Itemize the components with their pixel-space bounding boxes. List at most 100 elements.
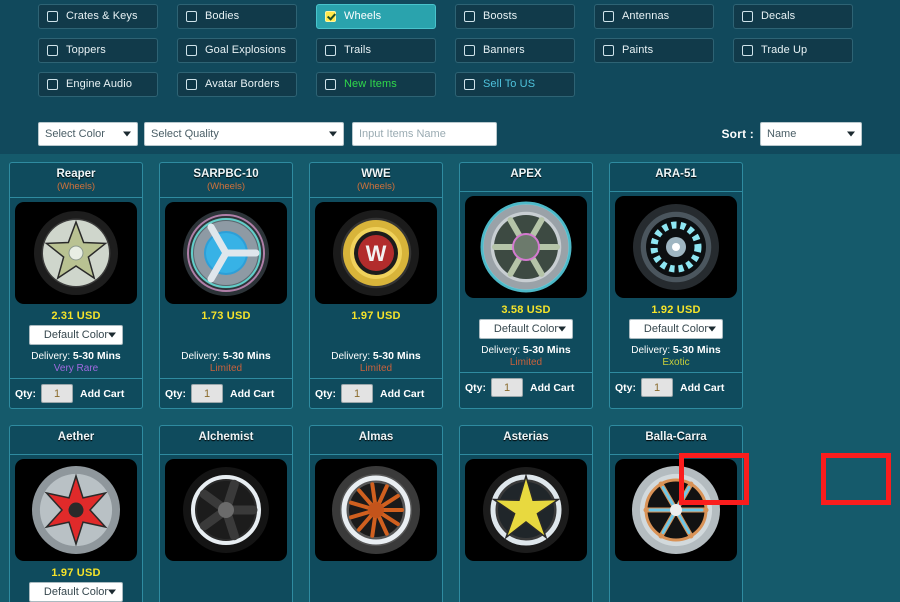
product-color-dropdown[interactable]: Default Color bbox=[29, 582, 123, 602]
category-filter-sell-to-us[interactable]: Sell To US bbox=[455, 72, 575, 97]
category-filter-banners[interactable]: Banners bbox=[455, 38, 575, 63]
category-filter-label: Crates & Keys bbox=[66, 10, 138, 22]
qty-input[interactable]: 1 bbox=[641, 378, 673, 397]
category-filter-antennas[interactable]: Antennas bbox=[594, 4, 714, 29]
product-rarity: Limited bbox=[209, 363, 243, 374]
product-thumbnail[interactable] bbox=[615, 459, 737, 561]
product-thumbnail[interactable] bbox=[165, 202, 287, 304]
category-filter-label: Antennas bbox=[622, 10, 670, 22]
product-card[interactable]: Balla-Carra bbox=[609, 425, 743, 602]
category-cell: Trade Up bbox=[733, 38, 853, 63]
product-thumbnail[interactable] bbox=[315, 459, 437, 561]
checkbox-icon[interactable] bbox=[464, 11, 475, 22]
product-card-header: ARA-51 bbox=[610, 163, 742, 192]
product-card[interactable]: Aether1.97 USDDefault ColorDelivery: 5-3… bbox=[9, 425, 143, 602]
checkbox-icon[interactable] bbox=[325, 45, 336, 56]
checkbox-icon[interactable] bbox=[742, 45, 753, 56]
select-quality-dropdown[interactable]: Select Quality bbox=[144, 122, 344, 146]
category-filter-boosts[interactable]: Boosts bbox=[455, 4, 575, 29]
delivery-time: 5-30 Mins bbox=[222, 350, 271, 362]
checkbox-icon[interactable] bbox=[47, 79, 58, 90]
product-card[interactable]: SARPBC-10 (Wheels) 1.73 USD Delivery: 5-30 … bbox=[159, 162, 293, 409]
product-card[interactable]: Almas bbox=[309, 425, 443, 602]
category-filter-label: Paints bbox=[622, 44, 654, 56]
category-filter-label: Decals bbox=[761, 10, 796, 22]
add-cart-button[interactable]: Add Cart bbox=[680, 382, 724, 394]
product-color-dropdown[interactable]: Default Color bbox=[479, 319, 573, 339]
category-filter-trails[interactable]: Trails bbox=[316, 38, 436, 63]
product-thumbnail[interactable] bbox=[465, 459, 587, 561]
checkbox-icon[interactable] bbox=[47, 11, 58, 22]
category-filter-bodies[interactable]: Bodies bbox=[177, 4, 297, 29]
category-filter-label: Goal Explosions bbox=[205, 44, 286, 56]
product-card-header: Asterias bbox=[460, 426, 592, 455]
product-thumbnail[interactable] bbox=[465, 196, 587, 298]
checkbox-icon[interactable] bbox=[464, 45, 475, 56]
checkbox-icon[interactable] bbox=[325, 79, 336, 90]
qty-input[interactable]: 1 bbox=[191, 384, 223, 403]
checkbox-icon[interactable] bbox=[742, 11, 753, 22]
product-delivery: Delivery: 5-30 Mins bbox=[460, 341, 592, 356]
chevron-down-icon bbox=[558, 326, 566, 332]
checkbox-icon[interactable] bbox=[464, 79, 475, 90]
product-thumbnail[interactable] bbox=[165, 459, 287, 561]
svg-text:W: W bbox=[366, 241, 387, 266]
sort-value-label: Name bbox=[767, 128, 797, 140]
delivery-prefix: Delivery: bbox=[631, 345, 673, 356]
product-thumbnail[interactable] bbox=[15, 202, 137, 304]
select-color-dropdown[interactable]: Select Color bbox=[38, 122, 138, 146]
product-name: ARA-51 bbox=[655, 168, 697, 180]
category-filter-label: Bodies bbox=[205, 10, 240, 22]
search-input[interactable]: Input Items Name bbox=[352, 122, 497, 146]
product-color-dropdown[interactable]: Default Color bbox=[29, 325, 123, 345]
add-cart-button[interactable]: Add Cart bbox=[380, 388, 424, 400]
category-filter-new-items[interactable]: New Items bbox=[316, 72, 436, 97]
product-thumbnail[interactable] bbox=[15, 459, 137, 561]
product-card-header: Alchemist bbox=[160, 426, 292, 455]
product-card[interactable]: Asterias bbox=[459, 425, 593, 602]
add-cart-button[interactable]: Add Cart bbox=[230, 388, 274, 400]
add-cart-button[interactable]: Add Cart bbox=[80, 388, 124, 400]
product-card[interactable]: Alchemist bbox=[159, 425, 293, 602]
checkbox-icon[interactable] bbox=[325, 11, 336, 22]
product-cart-row: Qty: 1 Add Cart bbox=[460, 372, 592, 402]
page-root: Crates & Keys Bodies Wheels Boosts Antennas D… bbox=[0, 0, 900, 602]
checkbox-icon[interactable] bbox=[186, 11, 197, 22]
checkbox-icon[interactable] bbox=[186, 79, 197, 90]
category-filter-engine-audio[interactable]: Engine Audio bbox=[38, 72, 158, 97]
category-filter-area: Crates & Keys Bodies Wheels Boosts Antennas D… bbox=[0, 0, 900, 97]
checkbox-icon[interactable] bbox=[603, 11, 614, 22]
category-filter-avatar-borders[interactable]: Avatar Borders bbox=[177, 72, 297, 97]
category-filter-label: New Items bbox=[344, 78, 397, 90]
qty-input[interactable]: 1 bbox=[41, 384, 73, 403]
checkbox-icon[interactable] bbox=[47, 45, 58, 56]
sort-dropdown[interactable]: Name bbox=[760, 122, 862, 146]
product-card[interactable]: APEX 3.58 USD Default Color Delivery: 5-30 … bbox=[459, 162, 593, 409]
category-cell: Paints bbox=[594, 38, 714, 63]
category-filter-toppers[interactable]: Toppers bbox=[38, 38, 158, 63]
product-card[interactable]: WWE (Wheels) W 1.97 USD Delivery: 5-30 Mins L… bbox=[309, 162, 443, 409]
category-cell: Trails bbox=[316, 38, 436, 63]
category-filter-paints[interactable]: Paints bbox=[594, 38, 714, 63]
qty-input[interactable]: 1 bbox=[341, 384, 373, 403]
category-filter-goal-explosions[interactable]: Goal Explosions bbox=[177, 38, 297, 63]
product-thumbnail[interactable] bbox=[615, 196, 737, 298]
product-card[interactable]: ARA-51 1.92 USD Default Color Delivery: 5-3… bbox=[609, 162, 743, 409]
product-thumbnail[interactable]: W bbox=[315, 202, 437, 304]
product-name: APEX bbox=[510, 168, 542, 180]
checkbox-icon[interactable] bbox=[186, 45, 197, 56]
select-quality-label: Select Quality bbox=[151, 128, 219, 140]
product-price: 1.97 USD bbox=[51, 567, 101, 579]
qty-input[interactable]: 1 bbox=[491, 378, 523, 397]
category-filter-trade-up[interactable]: Trade Up bbox=[733, 38, 853, 63]
category-filter-wheels[interactable]: Wheels bbox=[316, 4, 436, 29]
category-cell: Banners bbox=[455, 38, 575, 63]
product-card[interactable]: Reaper (Wheels) 2.31 USD Default Color Deliv… bbox=[9, 162, 143, 409]
category-filter-decals[interactable]: Decals bbox=[733, 4, 853, 29]
product-delivery: Delivery: 5-30 Mins bbox=[310, 347, 442, 362]
category-filter-crates-keys[interactable]: Crates & Keys bbox=[38, 4, 158, 29]
product-color-dropdown[interactable]: Default Color bbox=[629, 319, 723, 339]
category-row: Toppers Goal Explosions Trails Banners Paint… bbox=[38, 38, 862, 63]
add-cart-button[interactable]: Add Cart bbox=[530, 382, 574, 394]
checkbox-icon[interactable] bbox=[603, 45, 614, 56]
